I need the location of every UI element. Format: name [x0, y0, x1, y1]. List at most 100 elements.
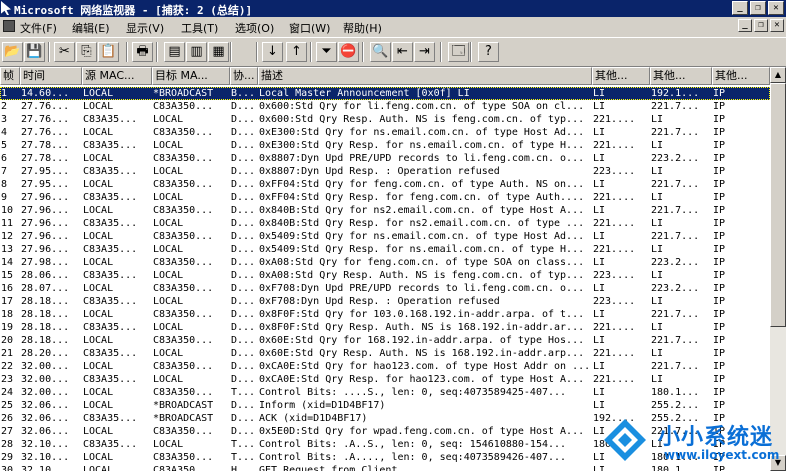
header-col-time[interactable]: 时间 — [20, 67, 82, 85]
cell-dst-mac: LOCAL — [153, 166, 184, 177]
cell-other-2: 180.1... — [651, 387, 700, 398]
frame-row[interactable]: 4 27.76... LOCAL C83A350... D... 0xE300:Std Q… — [0, 126, 770, 139]
cell-protocol: D... — [231, 205, 256, 216]
frame-row[interactable]: 16 28.07... LOCAL C83A350... D... 0xF708:Dyn … — [0, 282, 770, 295]
menu-options[interactable]: 选项(O) — [235, 20, 274, 36]
print-icon[interactable]: 🖶 — [132, 42, 153, 62]
frame-row[interactable]: 9 27.96... C83A35... LOCAL D... 0xFF04:Std Qr… — [0, 191, 770, 204]
frame-row[interactable]: 6 27.78... LOCAL C83A350... D... 0x8807:Dyn U… — [0, 152, 770, 165]
document-icon[interactable] — [3, 20, 15, 32]
filter-icon[interactable]: ⏷ — [316, 42, 337, 62]
cell-protocol: D... — [231, 244, 256, 255]
header-col-frame[interactable]: 帧 — [0, 67, 20, 85]
menu-help[interactable]: 帮助(H) — [343, 20, 382, 36]
open-icon[interactable]: 📂 — [2, 42, 23, 62]
cell-time: 32.00... — [21, 387, 70, 398]
watermark-logo — [604, 419, 646, 461]
cell-other-1: LI — [593, 101, 606, 112]
frame-row[interactable]: 12 27.96... LOCAL C83A350... D... 0x5409:Std … — [0, 230, 770, 243]
menu-tools[interactable]: 工具(T) — [181, 20, 218, 36]
frame-row[interactable]: 20 28.18... LOCAL C83A350... D... 0x60E:Std Q… — [0, 334, 770, 347]
menu-view[interactable]: 显示(V) — [126, 20, 164, 36]
cell-other-2: 221.7... — [651, 309, 700, 320]
cell-frame: 16 — [1, 283, 14, 294]
cell-other-1: 221.... — [593, 374, 636, 385]
toolbar-separator — [156, 42, 158, 62]
mdi-minimize-button[interactable]: _ — [738, 19, 752, 32]
cell-protocol: D... — [231, 374, 256, 385]
frame-row[interactable]: 13 27.96... C83A35... LOCAL D... 0x5409:Std Q… — [0, 243, 770, 256]
cell-frame: 1 — [1, 88, 8, 99]
minimize-button[interactable]: _ — [732, 1, 748, 15]
previous-icon[interactable]: ↑ — [286, 42, 307, 62]
cell-src-mac: LOCAL — [83, 88, 114, 99]
cell-description: 0x5E0D:Std Qry for wpad.feng.com.cn. of … — [259, 426, 585, 437]
menu-edit[interactable]: 编辑(E) — [72, 20, 110, 36]
frame-row[interactable]: 21 28.20... C83A35... LOCAL D... 0x60E:Std Qr… — [0, 347, 770, 360]
pane-top-icon[interactable]: ▤ — [164, 42, 185, 62]
frame-row[interactable]: 2 27.76... LOCAL C83A350... D... 0x600:Std Qr… — [0, 100, 770, 113]
cell-dst-mac: C83A350... — [153, 387, 214, 398]
header-col-description[interactable]: 描述 — [258, 67, 592, 85]
cell-src-mac: LOCAL — [83, 283, 114, 294]
cut-icon[interactable]: ✂ — [54, 42, 75, 62]
cell-other-3: IP — [713, 153, 726, 164]
cell-frame: 24 — [1, 387, 14, 398]
cell-time: 28.18... — [21, 322, 70, 333]
frame-row[interactable]: 17 28.18... C83A35... LOCAL D... 0xF708:Dyn U… — [0, 295, 770, 308]
restore-button[interactable]: ❐ — [750, 1, 766, 15]
scroll-thumb[interactable] — [770, 83, 786, 327]
frame-row[interactable]: 1 14.60... LOCAL *BROADCAST B... Local Master… — [0, 87, 770, 100]
frame-row[interactable]: 22 32.00... LOCAL C83A350... D... 0xCA0E:Std … — [0, 360, 770, 373]
header-col-other-1[interactable]: 其他... — [592, 67, 650, 85]
paste-icon[interactable]: 📋 — [98, 42, 119, 62]
header-col-protocol[interactable]: 协... — [230, 67, 258, 85]
filter-off-icon[interactable]: ⛔ — [338, 42, 359, 62]
mdi-close-button[interactable]: ✕ — [770, 19, 784, 32]
frame-row[interactable]: 19 28.18... C83A35... LOCAL D... 0x8F0F:Std Q… — [0, 321, 770, 334]
cell-src-mac: C83A35... — [83, 322, 138, 333]
find-icon[interactable]: 🔍 — [370, 42, 391, 62]
cell-other-3: IP — [713, 218, 726, 229]
save-icon[interactable]: 💾 — [24, 42, 45, 62]
frame-row[interactable]: 11 27.96... C83A35... LOCAL D... 0x840B:Std Q… — [0, 217, 770, 230]
frame-row[interactable]: 18 28.18... LOCAL C83A350... D... 0x8F0F:Std … — [0, 308, 770, 321]
find-prev-icon[interactable]: ⇤ — [392, 42, 413, 62]
frame-row[interactable]: 3 27.76... C83A35... LOCAL D... 0x600:Std Qry… — [0, 113, 770, 126]
cell-time: 32.06... — [21, 413, 70, 424]
copy-icon[interactable]: ⎘ — [76, 42, 97, 62]
cell-protocol: D... — [231, 296, 256, 307]
help-icon[interactable]: ? — [478, 42, 499, 62]
header-col-dst-mac[interactable]: 目标 MA... — [152, 67, 230, 85]
header-col-src-mac[interactable]: 源 MAC... — [82, 67, 152, 85]
cell-time: 27.95... — [21, 179, 70, 190]
cell-other-1: 221.... — [593, 192, 636, 203]
frame-row[interactable]: 24 32.00... LOCAL C83A350... T... Control Bit… — [0, 386, 770, 399]
scroll-up-icon[interactable]: ▲ — [770, 67, 786, 83]
frame-row[interactable]: 23 32.00... C83A35... LOCAL D... 0xCA0E:Std Q… — [0, 373, 770, 386]
frame-row[interactable]: 5 27.78... C83A35... LOCAL D... 0xE300:Std Qr… — [0, 139, 770, 152]
frame-row[interactable]: 10 27.96... LOCAL C83A350... D... 0x840B:Std … — [0, 204, 770, 217]
pane-middle-icon[interactable]: ▥ — [186, 42, 207, 62]
cell-other-3: IP — [713, 179, 726, 190]
find-next-icon[interactable]: ⇥ — [414, 42, 435, 62]
pane-bottom-icon[interactable]: ▦ — [208, 42, 229, 62]
next-icon[interactable]: ↓ — [262, 42, 283, 62]
frame-row[interactable]: 14 27.98... LOCAL C83A350... D... 0xA08:Std Q… — [0, 256, 770, 269]
header-col-other-2[interactable]: 其他... — [650, 67, 712, 85]
header-col-other-3[interactable]: 其他... — [712, 67, 770, 85]
close-button[interactable]: ✕ — [768, 1, 784, 15]
menu-file[interactable]: 文件(F) — [20, 20, 57, 36]
cell-other-1: LI — [593, 335, 606, 346]
cell-time: 28.18... — [21, 296, 70, 307]
menu-window[interactable]: 窗口(W) — [289, 20, 330, 36]
frame-row[interactable]: 8 27.95... LOCAL C83A350... D... 0xFF04:Std Q… — [0, 178, 770, 191]
cell-other-3: IP — [713, 374, 726, 385]
mdi-restore-button[interactable]: ❐ — [754, 19, 768, 32]
frame-row[interactable]: 7 27.95... C83A35... LOCAL D... 0x8807:Dyn Up… — [0, 165, 770, 178]
cell-other-3: IP — [713, 166, 726, 177]
cell-protocol: D... — [231, 322, 256, 333]
frame-row[interactable]: 15 28.06... C83A35... LOCAL D... 0xA08:Std Qr… — [0, 269, 770, 282]
cell-src-mac: LOCAL — [83, 205, 114, 216]
window-icon[interactable]: 🗔 — [448, 42, 469, 62]
